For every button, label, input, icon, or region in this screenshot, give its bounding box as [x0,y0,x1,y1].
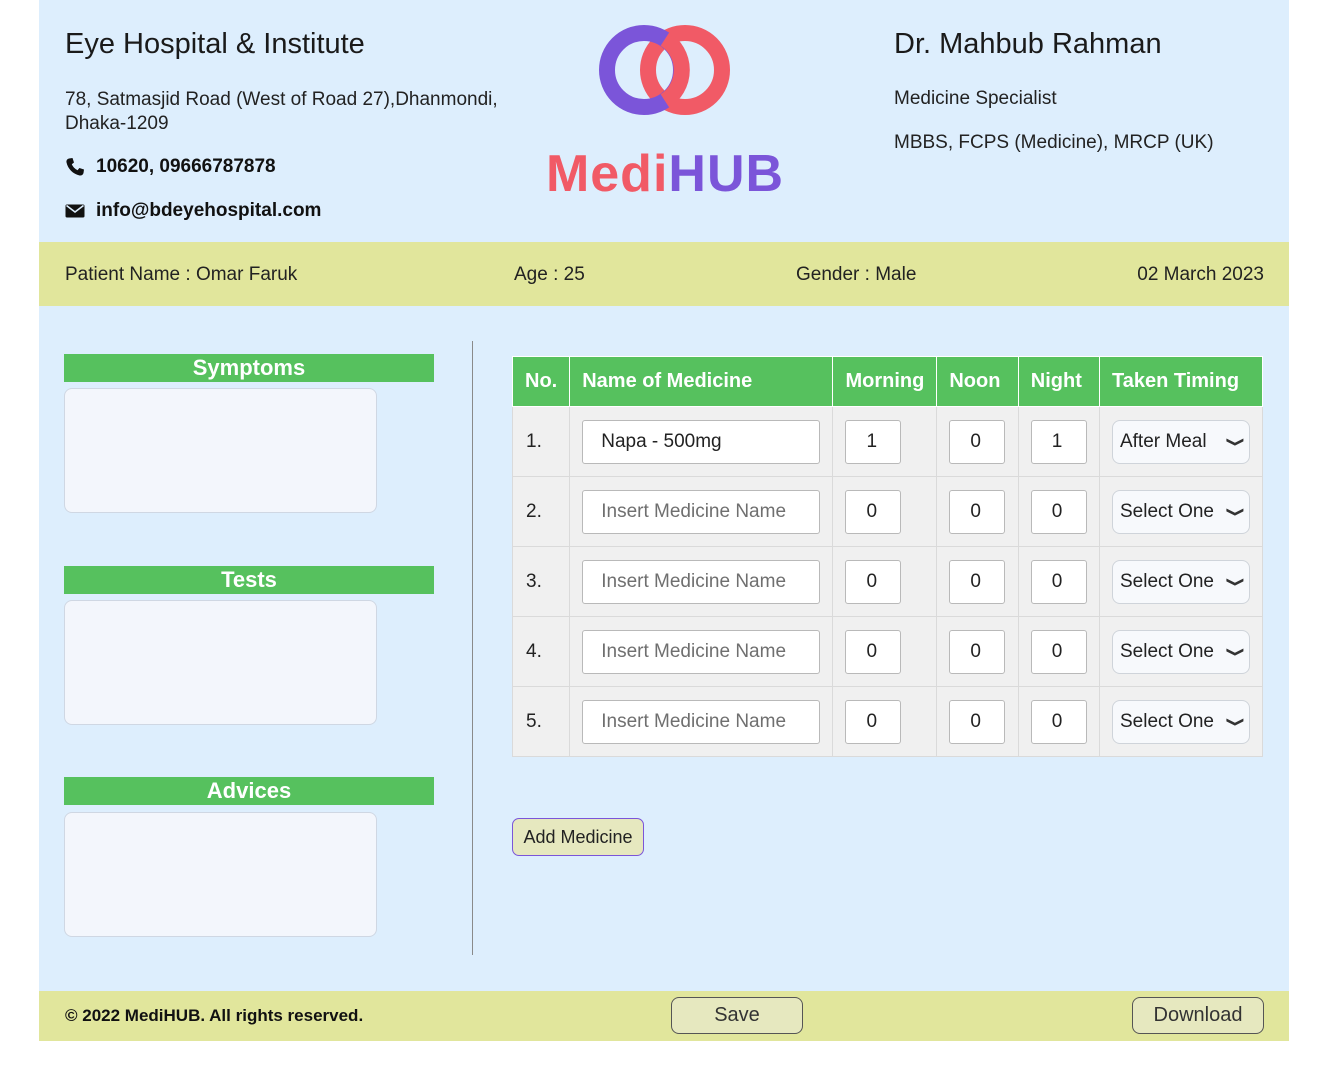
table-row: 3. Insert Medicine Name 0 0 0 Select One… [511,546,1264,617]
timing-value: Select One [1119,640,1214,662]
morning-dose-input[interactable]: 0 [845,699,902,744]
morning-dose-input[interactable]: 1 [845,419,902,464]
email-address: info@bdeyehospital.com [96,200,322,221]
timing-value: Select One [1119,570,1214,592]
doctor-degrees: MBBS, FCPS (Medicine), MRCP (UK) [894,132,1214,153]
row-number: 2. [511,476,571,547]
hospital-email: info@bdeyehospital.com [65,200,321,222]
copyright-text: © 2022 MediHUB. All rights reserved. [65,1006,364,1025]
advices-heading: Advices [64,777,434,805]
symptoms-textarea[interactable] [64,388,377,513]
medicine-table: No. Name of Medicine Morning Noon Night … [511,356,1264,757]
row-number: 5. [511,686,571,757]
phone-number: 10620, 09666787878 [96,156,276,177]
logo-rings-icon [599,25,730,115]
morning-dose-input[interactable]: 0 [845,489,902,534]
noon-dose-input[interactable]: 0 [949,489,1006,534]
patient-name: Patient Name : Omar Faruk [65,264,298,285]
table-row: 1. Napa - 500mg 1 0 1 After Meal ❯ [511,406,1264,477]
noon-dose-input[interactable]: 0 [949,629,1006,674]
prescription-date: 02 March 2023 [1137,264,1264,285]
header-medicine-name: Name of Medicine [569,356,834,407]
table-row: 5. Insert Medicine Name 0 0 0 Select One… [511,686,1264,757]
column-divider [472,341,473,955]
noon-dose-input[interactable]: 0 [949,559,1006,604]
table-header-row: No. Name of Medicine Morning Noon Night … [511,356,1264,407]
medicine-name-input[interactable]: Insert Medicine Name [582,489,821,534]
timing-select[interactable]: After Meal ❯ [1111,419,1250,464]
medihub-logo: MediHUB [537,22,793,212]
header-taken-timing: Taken Timing [1098,356,1264,407]
header-night: Night [1017,356,1100,407]
timing-select[interactable]: Select One ❯ [1111,489,1250,534]
tests-textarea[interactable] [64,600,377,725]
patient-info-bar: Patient Name : Omar Faruk Age : 25 Gende… [39,242,1289,306]
timing-value: Select One [1119,710,1214,732]
header-morning: Morning [832,356,938,407]
header-no: No. [511,356,571,407]
doctor-name: Dr. Mahbub Rahman [894,28,1162,60]
noon-dose-input[interactable]: 0 [949,699,1006,744]
patient-gender: Gender : Male [796,264,917,285]
save-button[interactable]: Save [671,997,803,1034]
row-number: 4. [511,616,571,687]
timing-select[interactable]: Select One ❯ [1111,629,1250,674]
medicine-name-input[interactable]: Insert Medicine Name [582,699,821,744]
prescription-page: Eye Hospital & Institute 78, Satmasjid R… [39,0,1289,1041]
phone-icon [65,157,85,177]
medicine-name-input[interactable]: Insert Medicine Name [582,629,821,674]
table-row: 2. Insert Medicine Name 0 0 0 Select One… [511,476,1264,547]
morning-dose-input[interactable]: 0 [845,559,902,604]
hospital-address: 78, Satmasjid Road (West of Road 27),Dha… [65,89,498,134]
download-button[interactable]: Download [1132,997,1264,1034]
doctor-specialty: Medicine Specialist [894,88,1057,109]
hospital-phone: 10620, 09666787878 [65,156,276,178]
night-dose-input[interactable]: 0 [1030,489,1087,534]
row-number: 3. [511,546,571,617]
logo-text-medi: Medi [545,145,669,203]
footer-bar: © 2022 MediHUB. All rights reserved. Sav… [39,991,1289,1041]
morning-dose-input[interactable]: 0 [845,629,902,674]
chevron-down-icon: ❯ [1226,576,1246,587]
timing-select[interactable]: Select One ❯ [1111,699,1250,744]
medicine-name-input[interactable]: Napa - 500mg [582,419,821,464]
chevron-down-icon: ❯ [1226,506,1246,517]
chevron-down-icon: ❯ [1226,646,1246,657]
night-dose-input[interactable]: 0 [1030,559,1087,604]
hospital-name: Eye Hospital & Institute [65,28,365,60]
timing-value: Select One [1119,500,1214,522]
logo-wordmark: MediHUB [537,144,793,204]
chevron-down-icon: ❯ [1226,716,1246,727]
symptoms-heading: Symptoms [64,354,434,382]
logo-text-hub: HUB [668,145,785,203]
add-medicine-button[interactable]: Add Medicine [512,818,644,856]
envelope-icon [65,201,85,221]
medicine-name-input[interactable]: Insert Medicine Name [582,559,821,604]
night-dose-input[interactable]: 1 [1030,419,1087,464]
timing-value: After Meal [1119,430,1207,452]
night-dose-input[interactable]: 0 [1030,699,1087,744]
advices-textarea[interactable] [64,812,377,937]
row-number: 1. [511,406,571,477]
timing-select[interactable]: Select One ❯ [1111,559,1250,604]
night-dose-input[interactable]: 0 [1030,629,1087,674]
header-noon: Noon [936,356,1019,407]
patient-age: Age : 25 [514,264,585,285]
chevron-down-icon: ❯ [1226,436,1246,447]
noon-dose-input[interactable]: 0 [949,419,1006,464]
tests-heading: Tests [64,566,434,594]
table-row: 4. Insert Medicine Name 0 0 0 Select One… [511,616,1264,687]
